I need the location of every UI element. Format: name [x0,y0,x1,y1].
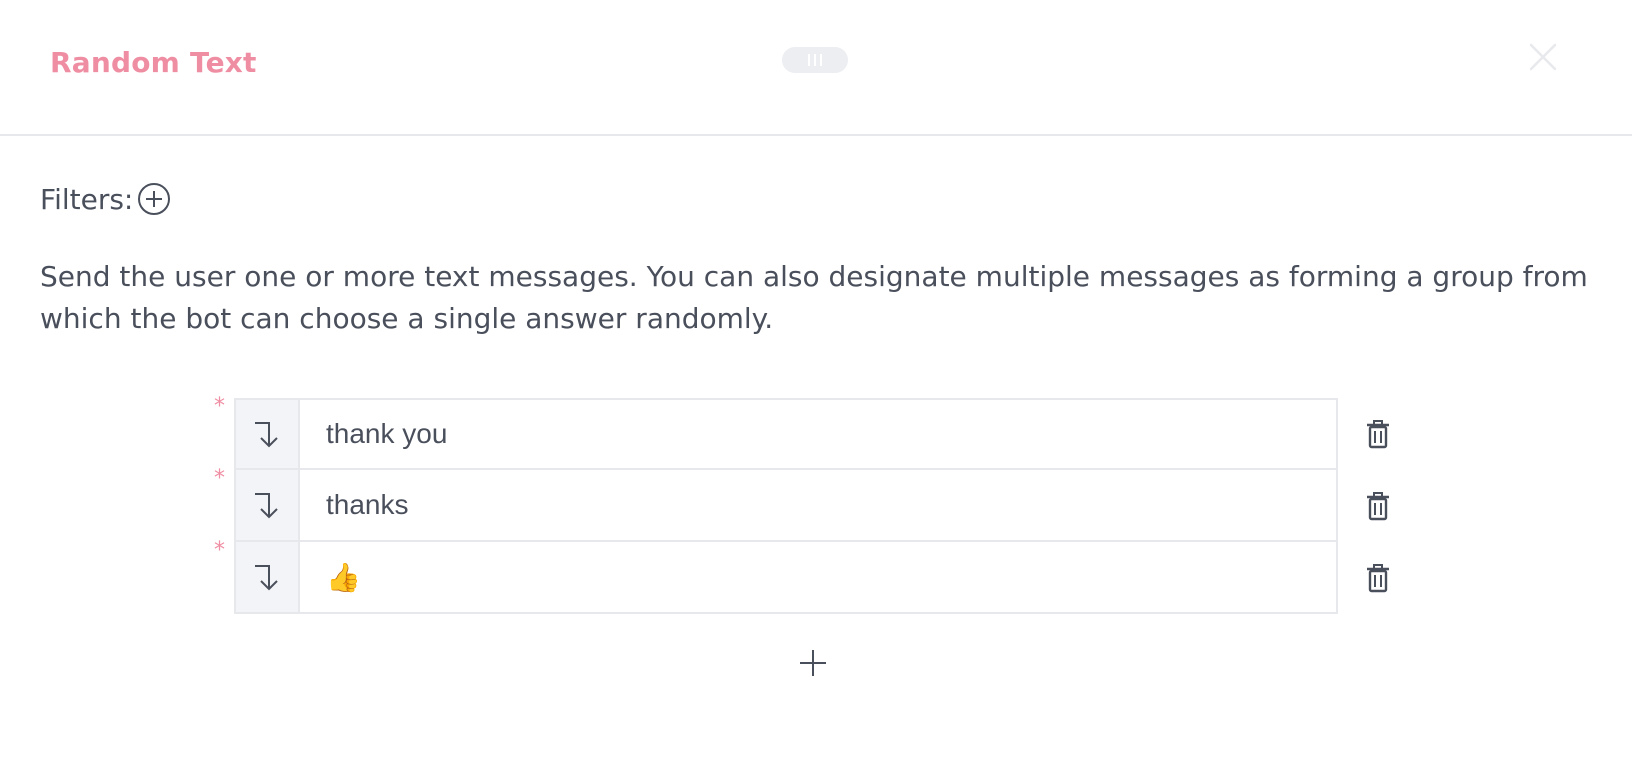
filters-label: Filters: [40,182,134,216]
add-message-button[interactable] [796,646,830,680]
arrow-turn-down-icon[interactable] [236,400,300,468]
close-icon[interactable] [1526,40,1560,74]
messages-list: * * [210,394,1410,614]
required-marker: * [214,466,225,491]
message-row: * [210,394,1410,470]
trash-icon[interactable] [1362,418,1394,450]
message-input[interactable] [300,400,1336,468]
modal-header: Random Text [0,0,1632,136]
message-box [234,542,1338,614]
drag-handle[interactable] [782,47,848,73]
required-marker: * [214,394,225,419]
message-input[interactable] [300,470,1336,540]
plus-circle-icon[interactable] [137,182,171,216]
message-box [234,398,1338,470]
message-row: * [210,466,1410,542]
description-text: Send the user one or more text messages.… [40,260,1588,335]
drag-grip-icon [808,54,810,66]
message-box [234,470,1338,542]
required-marker: * [214,538,225,563]
message-row: * [210,538,1410,614]
filters-row: Filters: [40,182,171,216]
arrow-turn-down-icon[interactable] [236,470,300,540]
trash-icon[interactable] [1362,490,1394,522]
arrow-turn-down-icon[interactable] [236,542,300,612]
drag-grip-line [820,54,822,66]
modal-title: Random Text [50,46,257,79]
trash-icon[interactable] [1362,562,1394,594]
message-input[interactable] [300,542,1336,612]
drag-grip-line [814,54,816,66]
